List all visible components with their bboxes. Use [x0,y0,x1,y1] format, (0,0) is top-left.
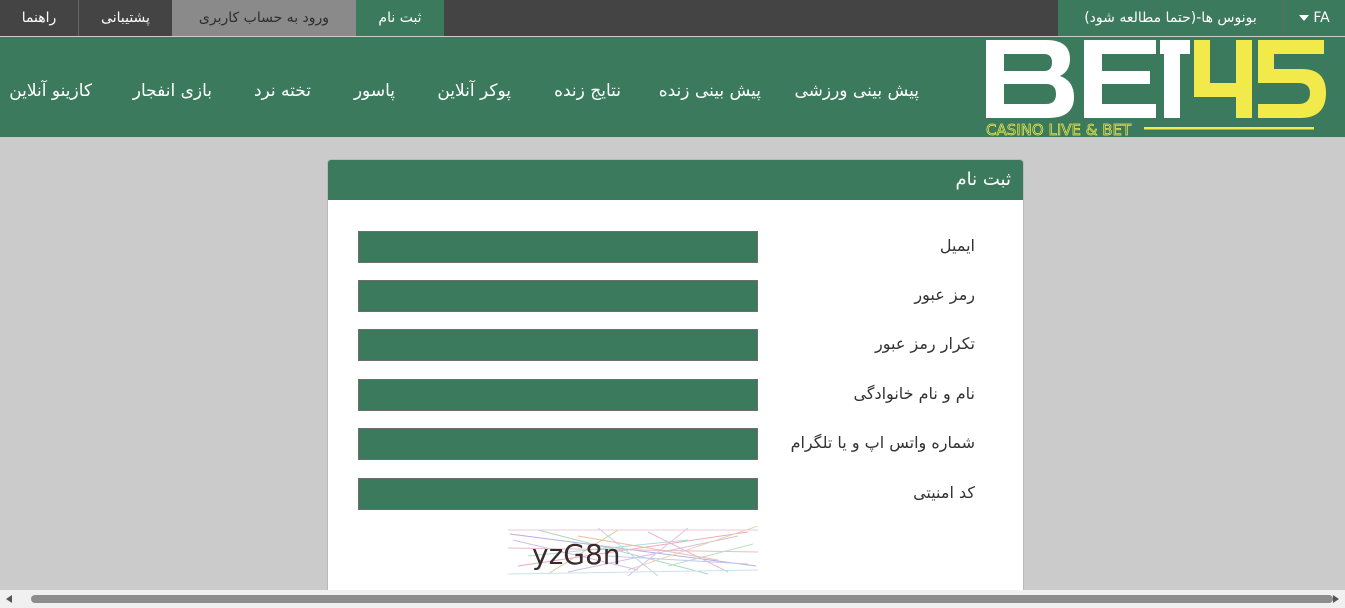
scroll-right-icon[interactable] [1333,595,1339,603]
confirm-password-label: تکرار رمز عبور [875,334,975,353]
email-row: ایمیل [328,231,1023,264]
security-code-label: کد امنیتی [913,483,975,502]
logo-tagline: CASINO LIVE & BET [986,121,1132,137]
bonus-link[interactable]: بونوس ها-(حتما مطالعه شود) [1058,0,1283,36]
scroll-left-icon[interactable] [6,595,12,603]
horizontal-scrollbar[interactable] [0,590,1345,608]
captcha-image: yzG8n [508,526,758,577]
nav-item-crash-game[interactable]: بازی انفجار [133,81,212,101]
bet45-logo[interactable]: CASINO LIVE & BET [984,37,1329,137]
nav-item-online-poker[interactable]: پوکر آنلاین [437,81,511,101]
confirm-password-field[interactable] [358,329,758,361]
full-name-label: نام و نام خانوادگی [853,384,975,403]
support-link[interactable]: پشتیبانی [78,0,172,36]
registration-panel: ثبت نام ایمیل رمز عبور تکرار رمز عبور نا… [327,159,1024,599]
top-bar: راهنما پشتیبانی ورود به حساب کاربری ثبت … [0,0,1345,36]
security-code-field[interactable] [358,478,758,510]
nav-item-backgammon[interactable]: تخته نرد [254,81,311,101]
nav-item-live-results[interactable]: نتایج زنده [554,81,621,101]
security-code-row: کد امنیتی [328,478,1023,511]
scrollbar-thumb[interactable] [31,595,1333,603]
email-label: ایمیل [939,236,975,255]
language-label: FA [1313,10,1330,26]
nav-item-pasur[interactable]: پاسور [354,81,395,101]
captcha-text: yzG8n [532,538,621,571]
password-field[interactable] [358,280,758,312]
help-link[interactable]: راهنما [0,0,78,36]
phone-field[interactable] [358,428,758,460]
phone-row: شماره واتس اپ و یا تلگرام [328,428,1023,461]
password-label: رمز عبور [914,285,975,304]
panel-title: ثبت نام [328,160,1023,200]
full-name-row: نام و نام خانوادگی [328,379,1023,412]
nav-item-sports-betting[interactable]: پیش بینی ورزشی [794,81,919,101]
nav-item-online-casino[interactable]: کازینو آنلاین [9,81,92,101]
register-link[interactable]: ثبت نام [356,0,444,36]
caret-down-icon [1299,15,1310,21]
nav-item-live-betting[interactable]: پیش بینی زنده [659,81,761,101]
language-dropdown[interactable]: FA [1283,0,1345,36]
full-name-field[interactable] [358,379,758,411]
confirm-password-row: تکرار رمز عبور [328,329,1023,362]
phone-label: شماره واتس اپ و یا تلگرام [790,433,975,452]
email-field[interactable] [358,231,758,263]
password-row: رمز عبور [328,280,1023,313]
login-link[interactable]: ورود به حساب کاربری [172,0,356,36]
